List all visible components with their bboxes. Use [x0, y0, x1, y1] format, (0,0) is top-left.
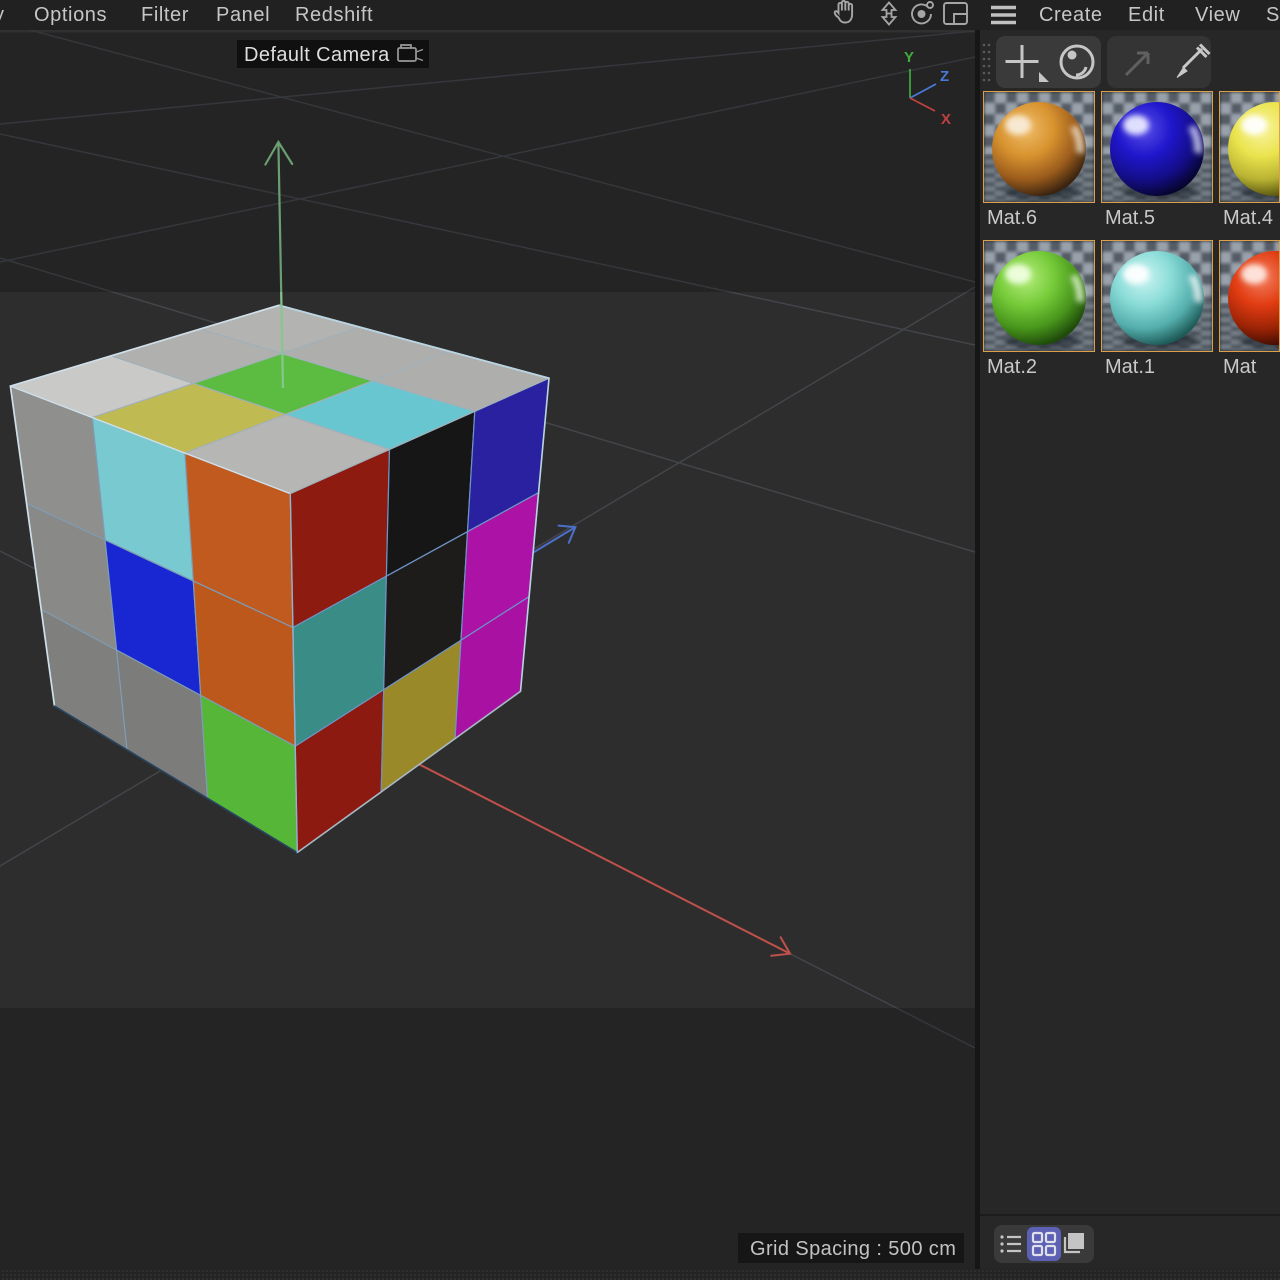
svg-text:Default Camera: Default Camera — [244, 44, 390, 66]
svg-text:Grid Spacing : 500 cm: Grid Spacing : 500 cm — [750, 1238, 956, 1260]
svg-text:Y: Y — [904, 49, 914, 66]
svg-text:X: X — [941, 111, 951, 128]
svg-text:Z: Z — [940, 68, 949, 85]
